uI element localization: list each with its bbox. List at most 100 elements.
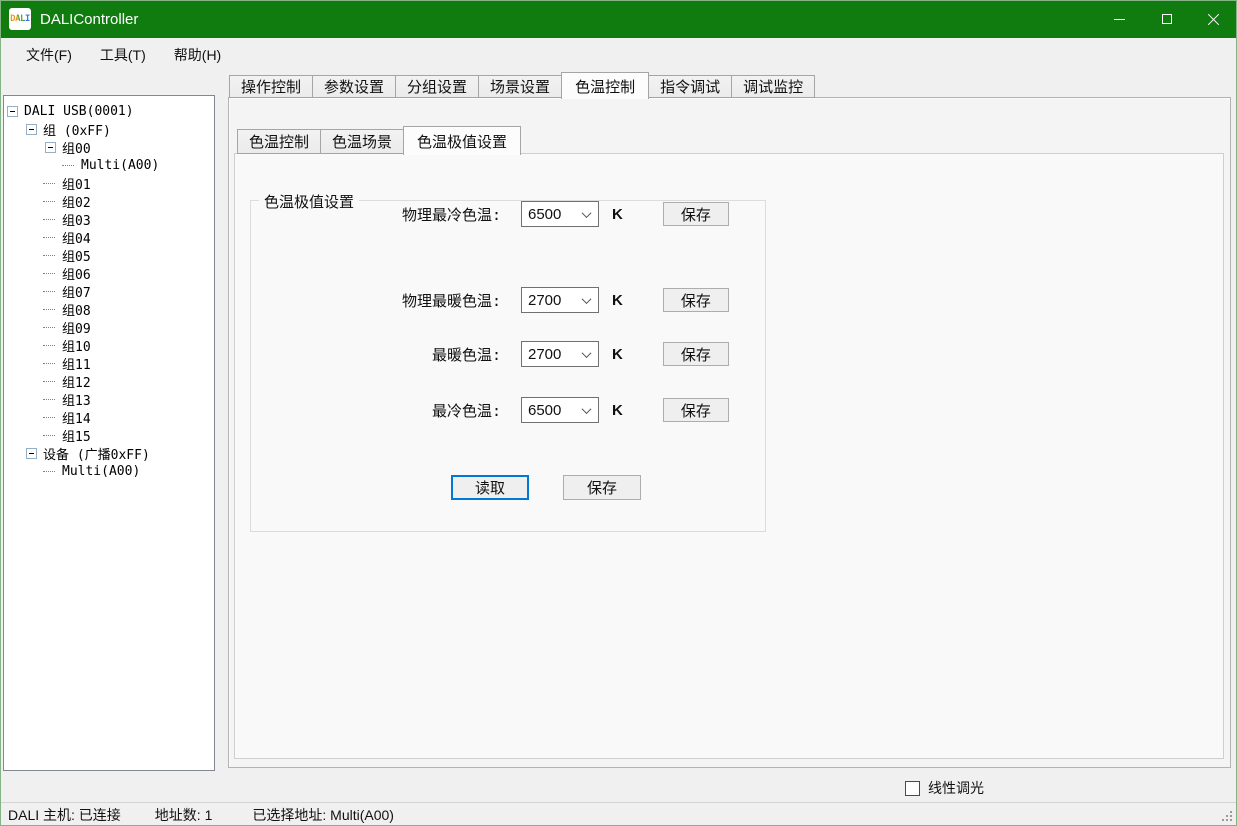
menu-item[interactable]: 帮助(H) [160,38,235,71]
row-save-button[interactable]: 保存 [663,398,729,422]
form-row: 最暖色温: 2700 K 保存 [251,341,765,367]
minimize-button[interactable] [1096,0,1143,38]
collapse-icon[interactable] [45,304,56,315]
collapse-icon[interactable] [45,430,56,441]
menu-item[interactable]: 工具(T) [86,38,160,71]
chevron-down-icon [582,208,592,218]
collapse-icon[interactable] [45,250,56,261]
main-tab[interactable]: 操作控制 [229,75,313,98]
tree-item-label: 组09 [60,318,93,337]
tree-indent [4,147,45,148]
tree-item[interactable]: 组15 [4,426,214,444]
tree-item[interactable]: 组00 [4,138,214,156]
tree-item[interactable]: 组14 [4,408,214,426]
tree-item[interactable]: 组03 [4,210,214,228]
collapse-icon[interactable] [45,196,56,207]
row-save-button[interactable]: 保存 [663,202,729,226]
unit-label: K [612,206,623,223]
form-row-label: 最冷色温: [251,400,501,421]
sub-tabstrip: 色温控制 色温场景 色温极值设置 [237,129,520,154]
tree-item[interactable]: 组06 [4,264,214,282]
menu-item[interactable]: 文件(F) [12,38,86,71]
tree-item[interactable]: 组09 [4,318,214,336]
tree-item[interactable]: DALI USB(0001) [4,102,214,120]
tree-item[interactable]: 组07 [4,282,214,300]
color-temp-combobox[interactable]: 2700 [521,341,599,367]
collapse-icon[interactable] [45,394,56,405]
tree-item-label: 组 (0xFF) [41,120,113,139]
tree-item[interactable]: 组 (0xFF) [4,120,214,138]
tree-item-label: 组05 [60,246,93,265]
tree-item[interactable]: 设备 (广播0xFF) [4,444,214,462]
tree-item[interactable]: 组13 [4,390,214,408]
linear-dimming-checkbox[interactable] [905,781,920,796]
collapse-icon[interactable] [26,448,37,459]
main-tab-label: 分组设置 [407,76,467,97]
sub-tab[interactable]: 色温场景 [320,129,404,154]
row-save-button[interactable]: 保存 [663,342,729,366]
collapse-icon[interactable] [64,160,75,171]
color-temp-combobox[interactable]: 6500 [521,201,599,227]
sub-tab-label: 色温场景 [332,131,392,152]
tree-item[interactable]: Multi(A00) [4,462,214,480]
main-tab[interactable]: 参数设置 [312,75,396,98]
collapse-icon[interactable] [7,106,18,117]
maximize-button[interactable] [1143,0,1190,38]
linear-dimming-option: 线性调光 [905,778,984,798]
statusbar: DALI 主机: 已连接 地址数: 1 已选择地址: Multi(A00) [0,802,1237,826]
collapse-icon[interactable] [45,232,56,243]
tree-indent [4,219,45,220]
collapse-icon[interactable] [45,268,56,279]
tree-indent [4,345,45,346]
collapse-icon[interactable] [26,124,37,135]
sub-tab-label: 色温控制 [249,131,309,152]
close-button[interactable] [1190,0,1237,38]
read-button[interactable]: 读取 [451,475,529,500]
tree-item[interactable]: 组02 [4,192,214,210]
collapse-icon[interactable] [45,466,56,477]
menu-item-label: 帮助(H) [174,45,221,65]
main-tab[interactable]: 色温控制 [561,72,649,99]
tree-item[interactable]: 组08 [4,300,214,318]
main-tab[interactable]: 调试监控 [731,75,815,98]
row-save-button[interactable]: 保存 [663,288,729,312]
sub-tab-label: 色温极值设置 [417,131,507,152]
tree-item[interactable]: Multi(A00) [4,156,214,174]
collapse-icon[interactable] [45,358,56,369]
tree-item[interactable]: 组01 [4,174,214,192]
unit-label: K [612,402,623,419]
sub-tab[interactable]: 色温极值设置 [403,126,521,155]
collapse-icon[interactable] [45,286,56,297]
combobox-value: 6500 [528,402,561,419]
window-title: DALIController [40,11,138,28]
tree-indent [4,399,45,400]
tree-item[interactable]: 组05 [4,246,214,264]
collapse-icon[interactable] [45,376,56,387]
resize-grip[interactable] [1220,809,1234,823]
tree-indent [4,237,45,238]
collapse-icon[interactable] [45,322,56,333]
main-tab[interactable]: 指令调试 [648,75,732,98]
collapse-icon[interactable] [45,412,56,423]
collapse-icon[interactable] [45,178,56,189]
main-tab[interactable]: 场景设置 [478,75,562,98]
tree-item[interactable]: 组12 [4,372,214,390]
collapse-icon[interactable] [45,340,56,351]
status-item: DALI 主机: 已连接 [8,805,121,825]
tree-item[interactable]: 组10 [4,336,214,354]
collapse-icon[interactable] [45,142,56,153]
main-tab-label: 调试监控 [743,76,803,97]
main-tab[interactable]: 分组设置 [395,75,479,98]
tree-indent [4,327,45,328]
tree-indent [4,435,45,436]
color-temp-combobox[interactable]: 2700 [521,287,599,313]
collapse-icon[interactable] [45,214,56,225]
color-temp-combobox[interactable]: 6500 [521,397,599,423]
tree-item-label: 组03 [60,210,93,229]
tree-item[interactable]: 组11 [4,354,214,372]
save-all-button[interactable]: 保存 [563,475,641,500]
unit-label: K [612,346,623,363]
tree-item-label: 组13 [60,390,93,409]
tree-item[interactable]: 组04 [4,228,214,246]
sub-tab[interactable]: 色温控制 [237,129,321,154]
